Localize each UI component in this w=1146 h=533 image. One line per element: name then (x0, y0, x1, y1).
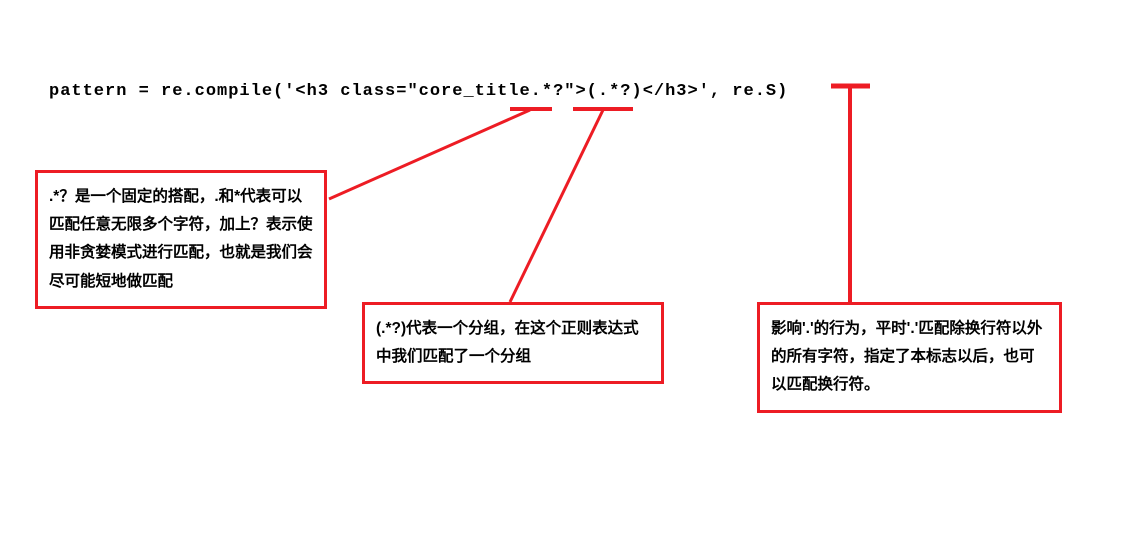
regex-code-line: pattern = re.compile('<h3 class="core_ti… (49, 82, 788, 101)
underline-nongreedy (510, 107, 552, 111)
annotation-nongreedy: .*？是一个固定的搭配，.和*代表可以匹配任意无限多个字符，加上？表示使用非贪婪… (35, 170, 327, 309)
underline-group (573, 107, 633, 111)
annotation-dotall-flag: 影响'.'的行为，平时'.'匹配除换行符以外的所有字符，指定了本标志以后，也可以… (757, 302, 1062, 413)
annotation-group: (.*?)代表一个分组，在这个正则表达式中我们匹配了一个分组 (362, 302, 664, 384)
